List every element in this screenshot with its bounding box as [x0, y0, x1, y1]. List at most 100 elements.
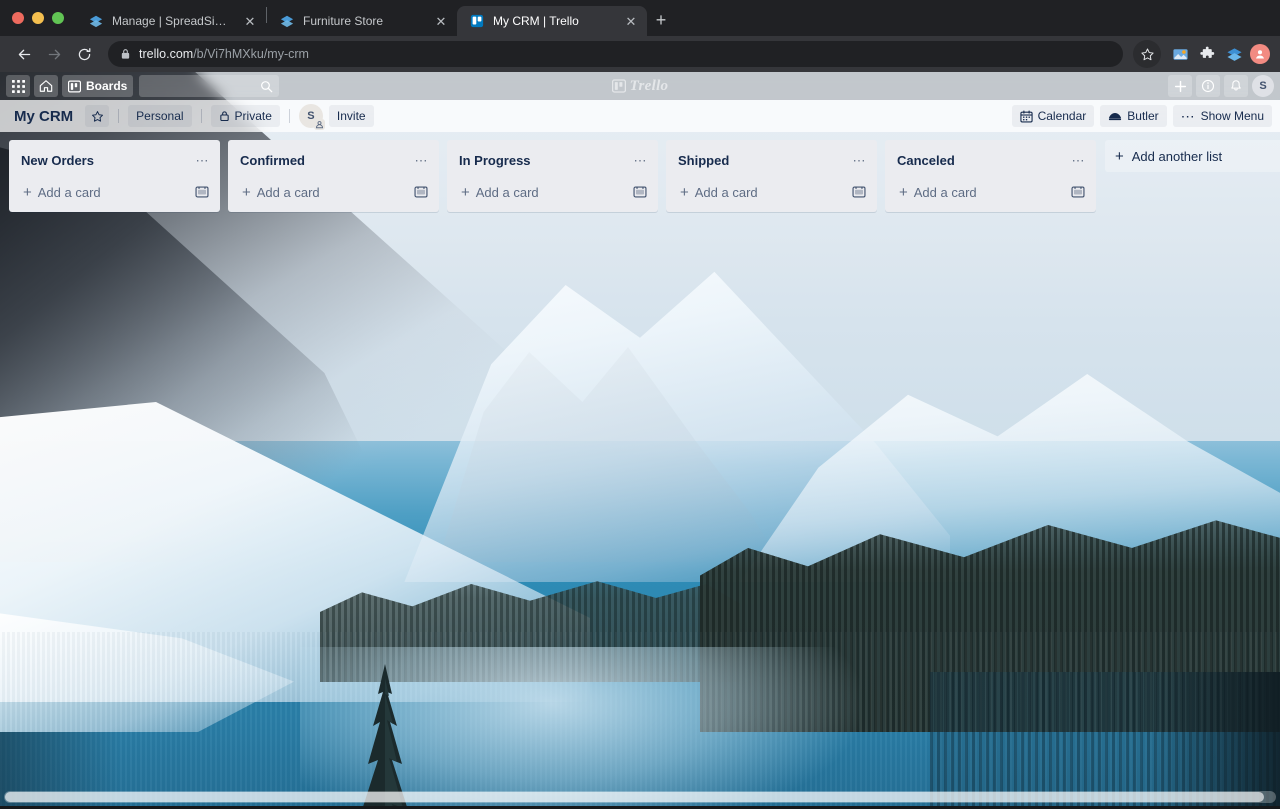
- list-menu-icon[interactable]: ⋯: [1068, 150, 1088, 170]
- list-confirmed[interactable]: Confirmed ⋯ + Add a card: [228, 140, 439, 212]
- trello-logo-text: Trello: [629, 77, 669, 94]
- butler-button[interactable]: Butler: [1100, 105, 1167, 127]
- list-header: Canceled ⋯: [885, 140, 1096, 178]
- spreadsimple-icon: [88, 13, 104, 29]
- list-canceled[interactable]: Canceled ⋯ + Add a card: [885, 140, 1096, 212]
- list-footer: + Add a card: [447, 178, 658, 212]
- list-header: Confirmed ⋯: [228, 140, 439, 178]
- plus-icon: +: [242, 183, 251, 201]
- horizontal-scrollbar[interactable]: [4, 791, 1276, 803]
- list-menu-icon[interactable]: ⋯: [192, 150, 212, 170]
- list-title[interactable]: New Orders: [21, 153, 186, 168]
- butler-icon: [1108, 110, 1122, 123]
- trello-app: Boards Trello S My CRM Personal Private …: [0, 72, 1280, 809]
- image-capture-icon[interactable]: [1169, 43, 1191, 65]
- bookmark-star-icon[interactable]: [1133, 40, 1161, 68]
- list-title[interactable]: In Progress: [459, 153, 624, 168]
- user-avatar[interactable]: S: [1252, 75, 1274, 97]
- add-card-button[interactable]: + Add a card: [895, 183, 1062, 202]
- url-domain: trello.com: [139, 47, 194, 61]
- list-shipped[interactable]: Shipped ⋯ + Add a card: [666, 140, 877, 212]
- list-menu-icon[interactable]: ⋯: [411, 150, 431, 170]
- visibility-button[interactable]: Private: [210, 105, 280, 127]
- boards-button[interactable]: Boards: [62, 75, 134, 97]
- extension-icons: [1169, 43, 1270, 65]
- invite-button[interactable]: Invite: [328, 105, 374, 127]
- list-menu-icon[interactable]: ⋯: [630, 150, 650, 170]
- card-template-icon[interactable]: [849, 182, 869, 202]
- search-input[interactable]: [139, 75, 280, 97]
- show-menu-label: Show Menu: [1200, 109, 1264, 123]
- browser-tab-3[interactable]: My CRM | Trello ✕: [457, 6, 647, 36]
- add-card-label: Add a card: [37, 184, 101, 200]
- lock-icon: [219, 110, 230, 122]
- calendar-label: Calendar: [1037, 109, 1087, 123]
- show-menu-button[interactable]: ⋯ Show Menu: [1172, 105, 1272, 127]
- workspace-label: Personal: [136, 109, 184, 123]
- list-title[interactable]: Shipped: [678, 153, 843, 168]
- maximize-window-button[interactable]: [52, 12, 64, 24]
- forward-icon[interactable]: [40, 40, 68, 68]
- tab-title: Furniture Store: [303, 14, 384, 28]
- apps-grid-icon[interactable]: [6, 75, 30, 97]
- butler-label: Butler: [1127, 109, 1159, 123]
- url-path: /b/Vi7hMXku/my-crm: [193, 47, 309, 61]
- list-title[interactable]: Confirmed: [240, 153, 405, 168]
- workspace-button[interactable]: Personal: [128, 105, 192, 127]
- back-icon[interactable]: [10, 40, 38, 68]
- close-window-button[interactable]: [12, 12, 24, 24]
- close-icon[interactable]: ✕: [242, 13, 258, 29]
- browser-tab-2[interactable]: Furniture Store ✕: [267, 6, 457, 36]
- list-footer: + Add a card: [666, 178, 877, 212]
- list-footer: + Add a card: [228, 178, 439, 212]
- member-status-badge-icon: [313, 119, 325, 130]
- add-card-label: Add a card: [913, 184, 977, 200]
- trello-icon: [469, 13, 485, 29]
- add-another-list-button[interactable]: + Add another list: [1105, 140, 1280, 172]
- list-new-orders[interactable]: New Orders ⋯ + Add a card: [9, 140, 220, 212]
- tab-title: Manage | SpreadSimple: [112, 14, 234, 28]
- tab-strip: Manage | SpreadSimple ✕ Furniture Store …: [0, 0, 1280, 36]
- home-icon[interactable]: [34, 75, 58, 97]
- minimize-window-button[interactable]: [32, 12, 44, 24]
- add-card-button[interactable]: + Add a card: [19, 183, 186, 202]
- profile-avatar-icon[interactable]: [1250, 44, 1270, 64]
- calendar-button[interactable]: Calendar: [1011, 105, 1095, 127]
- new-tab-button[interactable]: +: [647, 6, 675, 34]
- browser-tab-1[interactable]: Manage | SpreadSimple ✕: [76, 6, 266, 36]
- plus-icon: +: [23, 183, 32, 201]
- reload-icon[interactable]: [70, 40, 98, 68]
- extensions-puzzle-icon[interactable]: [1196, 43, 1218, 65]
- spreadsimple-icon: [279, 13, 295, 29]
- add-card-button[interactable]: + Add a card: [238, 183, 405, 202]
- card-template-icon[interactable]: [1068, 182, 1088, 202]
- spreadsimple-extension-icon[interactable]: [1223, 43, 1245, 65]
- url-text: trello.com/b/Vi7hMXku/my-crm: [139, 47, 309, 61]
- add-card-button[interactable]: + Add a card: [457, 183, 624, 202]
- plus-icon: +: [680, 183, 689, 201]
- close-icon[interactable]: ✕: [623, 13, 639, 29]
- card-template-icon[interactable]: [630, 182, 650, 202]
- scrollbar-thumb[interactable]: [5, 792, 1265, 802]
- board-member-avatar[interactable]: S: [298, 104, 325, 130]
- list-menu-icon[interactable]: ⋯: [849, 150, 869, 170]
- window-controls: [0, 0, 76, 36]
- close-icon[interactable]: ✕: [433, 13, 449, 29]
- notifications-bell-icon[interactable]: [1224, 75, 1248, 97]
- list-in-progress[interactable]: In Progress ⋯ + Add a card: [447, 140, 658, 212]
- add-card-label: Add a card: [694, 184, 758, 200]
- card-template-icon[interactable]: [192, 182, 212, 202]
- list-title[interactable]: Canceled: [897, 153, 1062, 168]
- card-template-icon[interactable]: [411, 182, 431, 202]
- info-icon[interactable]: [1196, 75, 1220, 97]
- calendar-icon: [1019, 110, 1033, 123]
- add-card-button[interactable]: + Add a card: [676, 183, 843, 202]
- trello-top-nav: Boards Trello S: [0, 72, 1280, 100]
- add-icon[interactable]: [1168, 75, 1192, 97]
- add-another-list-label: Add another list: [1131, 148, 1223, 164]
- list-header: New Orders ⋯: [9, 140, 220, 178]
- url-input[interactable]: trello.com/b/Vi7hMXku/my-crm: [108, 41, 1123, 67]
- address-bar: trello.com/b/Vi7hMXku/my-crm: [0, 36, 1280, 72]
- star-board-icon[interactable]: [85, 105, 110, 127]
- ellipsis-icon: ⋯: [1180, 108, 1196, 124]
